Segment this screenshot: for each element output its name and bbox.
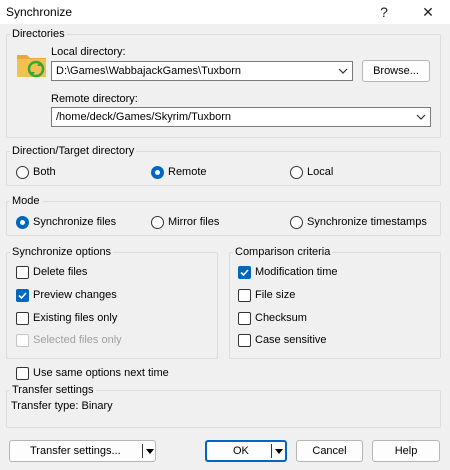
mode-synchronize-timestamps-label: Synchronize timestamps bbox=[307, 216, 427, 228]
direction-remote-radio[interactable]: Remote bbox=[151, 165, 207, 179]
cancel-button[interactable]: Cancel bbox=[296, 440, 363, 462]
transfer-settings-button-label: Transfer settings... bbox=[30, 445, 121, 457]
remote-directory-label: Remote directory: bbox=[51, 93, 138, 105]
transfer-settings-button[interactable]: Transfer settings... bbox=[9, 440, 156, 462]
modification-time-checkbox[interactable]: Modification time bbox=[238, 265, 338, 279]
checkbox-box-checked bbox=[16, 288, 29, 302]
checksum-label: Checksum bbox=[255, 312, 307, 324]
ok-button-label: OK bbox=[233, 445, 249, 457]
delete-files-checkbox[interactable]: Delete files bbox=[16, 265, 87, 279]
direction-local-radio[interactable]: Local bbox=[290, 165, 333, 179]
dropdown-arrow-icon[interactable] bbox=[274, 446, 284, 456]
help-title-button[interactable]: ? bbox=[368, 0, 400, 24]
selected-files-only-checkbox: Selected files only bbox=[16, 333, 122, 347]
use-same-options-label: Use same options next time bbox=[33, 367, 169, 379]
checkbox-box bbox=[238, 311, 251, 325]
remote-directory-combo[interactable]: /home/deck/Games/Skyrim/Tuxborn bbox=[51, 107, 431, 127]
synchronize-options-group-label: Synchronize options bbox=[10, 246, 114, 259]
split-separator bbox=[142, 444, 143, 458]
checkbox-box bbox=[16, 366, 29, 380]
radio-mark bbox=[290, 215, 303, 229]
case-sensitive-label: Case sensitive bbox=[255, 334, 327, 346]
file-size-label: File size bbox=[255, 289, 296, 301]
direction-both-radio[interactable]: Both bbox=[16, 165, 56, 179]
title-bar: Synchronize ? ✕ bbox=[0, 0, 450, 24]
browse-button[interactable]: Browse... bbox=[362, 60, 430, 82]
radio-mark bbox=[16, 165, 29, 179]
checkbox-box bbox=[238, 333, 251, 347]
mode-mirror-files-radio[interactable]: Mirror files bbox=[151, 215, 219, 229]
mode-group-label: Mode bbox=[10, 195, 42, 208]
local-directory-combo[interactable]: D:\Games\WabbajackGames\Tuxborn bbox=[51, 61, 353, 81]
preview-changes-checkbox[interactable]: Preview changes bbox=[16, 288, 117, 302]
use-same-options-checkbox[interactable]: Use same options next time bbox=[16, 366, 169, 380]
split-separator bbox=[271, 444, 272, 458]
mode-synchronize-files-label: Synchronize files bbox=[33, 216, 117, 228]
direction-remote-label: Remote bbox=[168, 166, 207, 178]
local-directory-label: Local directory: bbox=[51, 46, 126, 58]
mode-synchronize-timestamps-radio[interactable]: Synchronize timestamps bbox=[290, 215, 427, 229]
transfer-settings-group-label: Transfer settings bbox=[10, 384, 96, 397]
local-directory-value: D:\Games\WabbajackGames\Tuxborn bbox=[56, 65, 242, 77]
checkmark-icon bbox=[18, 291, 27, 299]
selected-files-only-label: Selected files only bbox=[33, 334, 122, 346]
close-icon: ✕ bbox=[422, 3, 434, 20]
checkbox-box bbox=[16, 311, 29, 325]
help-button[interactable]: Help bbox=[372, 440, 440, 462]
folder-sync-icon bbox=[17, 55, 46, 78]
mode-synchronize-files-radio[interactable]: Synchronize files bbox=[16, 215, 116, 229]
browse-button-label: Browse... bbox=[373, 65, 419, 77]
close-button[interactable]: ✕ bbox=[412, 0, 444, 24]
help-icon: ? bbox=[380, 4, 388, 20]
preview-changes-label: Preview changes bbox=[33, 289, 117, 301]
checkmark-icon bbox=[240, 268, 249, 276]
checkbox-box-checked bbox=[238, 265, 251, 279]
directories-group-label: Directories bbox=[10, 28, 67, 41]
checkbox-box bbox=[238, 288, 251, 302]
direction-group-label: Direction/Target directory bbox=[10, 145, 137, 158]
existing-files-only-checkbox[interactable]: Existing files only bbox=[16, 311, 117, 325]
checkbox-box bbox=[16, 265, 29, 279]
help-button-label: Help bbox=[394, 445, 418, 457]
delete-files-label: Delete files bbox=[33, 266, 88, 278]
ok-button[interactable]: OK bbox=[205, 440, 287, 462]
cancel-button-label: Cancel bbox=[312, 445, 347, 457]
file-size-checkbox[interactable]: File size bbox=[238, 288, 295, 302]
window-title: Synchronize bbox=[6, 5, 73, 19]
checksum-checkbox[interactable]: Checksum bbox=[238, 311, 307, 325]
chevron-down-icon[interactable] bbox=[336, 64, 350, 78]
chevron-down-icon[interactable] bbox=[414, 110, 428, 124]
existing-files-only-label: Existing files only bbox=[33, 312, 118, 324]
checkbox-box-disabled bbox=[16, 333, 29, 347]
direction-both-label: Both bbox=[33, 166, 56, 178]
radio-mark bbox=[290, 165, 303, 179]
modification-time-label: Modification time bbox=[255, 266, 338, 278]
comparison-criteria-group-label: Comparison criteria bbox=[233, 246, 333, 259]
radio-mark-selected bbox=[16, 215, 29, 229]
dropdown-arrow-icon[interactable] bbox=[145, 446, 155, 456]
radio-mark bbox=[151, 215, 164, 229]
case-sensitive-checkbox[interactable]: Case sensitive bbox=[238, 333, 327, 347]
mode-mirror-files-label: Mirror files bbox=[168, 216, 220, 228]
transfer-type-text: Transfer type: Binary bbox=[11, 400, 113, 412]
direction-local-label: Local bbox=[307, 166, 334, 178]
remote-directory-value: /home/deck/Games/Skyrim/Tuxborn bbox=[56, 111, 232, 123]
radio-mark-selected bbox=[151, 165, 164, 179]
